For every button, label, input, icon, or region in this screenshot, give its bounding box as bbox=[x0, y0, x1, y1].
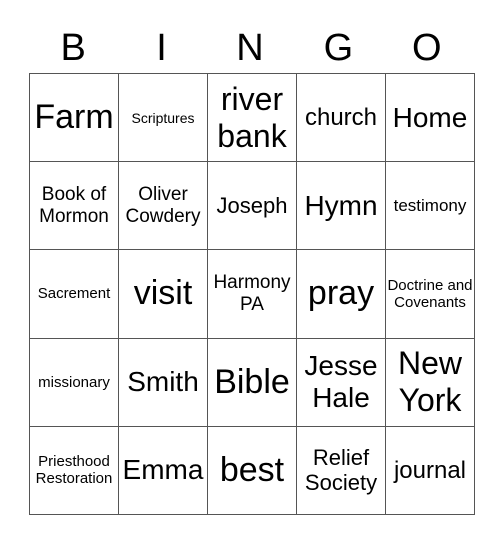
bingo-cell[interactable]: Harmony PA bbox=[207, 249, 297, 339]
bingo-cell[interactable]: Jesse Hale bbox=[296, 337, 386, 427]
bingo-cell[interactable]: river bank bbox=[207, 72, 297, 163]
bingo-cell[interactable]: Book of Mormon bbox=[29, 161, 119, 251]
bingo-cell[interactable]: pray bbox=[296, 249, 386, 339]
bingo-cell[interactable]: Home bbox=[385, 72, 475, 163]
bingo-cell[interactable]: journal bbox=[385, 425, 475, 516]
bingo-cell[interactable]: missionary bbox=[29, 337, 119, 427]
header-letter-i: I bbox=[156, 27, 167, 69]
bingo-cell[interactable]: Smith bbox=[118, 337, 208, 427]
bingo-cell[interactable]: visit bbox=[118, 249, 208, 339]
bingo-board: Farm Scriptures river bank church Home B… bbox=[29, 72, 475, 516]
bingo-header: B I N G O bbox=[29, 24, 471, 72]
bingo-cell[interactable]: Relief Society bbox=[296, 425, 386, 516]
header-letter-n: N bbox=[236, 27, 264, 69]
bingo-cell[interactable]: Oliver Cowdery bbox=[118, 161, 208, 251]
bingo-cell[interactable]: Sacrement bbox=[29, 249, 119, 339]
bingo-cell[interactable]: Joseph bbox=[207, 161, 297, 251]
board-row: Priesthood Restoration Emma best Relief … bbox=[29, 425, 475, 516]
bingo-cell[interactable]: church bbox=[296, 72, 386, 163]
header-letter-o: O bbox=[411, 27, 442, 69]
bingo-cell[interactable]: testimony bbox=[385, 161, 475, 251]
header-letter-g: G bbox=[323, 27, 354, 69]
bingo-cell[interactable]: Farm bbox=[29, 72, 119, 163]
bingo-cell[interactable]: best bbox=[207, 425, 297, 516]
board-row: missionary Smith Bible Jesse Hale New Yo… bbox=[29, 337, 475, 427]
bingo-cell[interactable]: Hymn bbox=[296, 161, 386, 251]
board-row: Sacrement visit Harmony PA pray Doctrine… bbox=[29, 249, 475, 339]
bingo-cell[interactable]: Emma bbox=[118, 425, 208, 516]
board-row: Book of Mormon Oliver Cowdery Joseph Hym… bbox=[29, 161, 475, 251]
bingo-cell[interactable]: Doctrine and Covenants bbox=[385, 249, 475, 339]
bingo-cell[interactable]: Bible bbox=[207, 337, 297, 427]
bingo-cell[interactable]: New York bbox=[385, 337, 475, 427]
board-row: Farm Scriptures river bank church Home bbox=[29, 72, 475, 163]
bingo-cell[interactable]: Scriptures bbox=[118, 72, 208, 163]
header-letter-b: B bbox=[60, 27, 86, 69]
bingo-cell[interactable]: Priesthood Restoration bbox=[29, 425, 119, 516]
